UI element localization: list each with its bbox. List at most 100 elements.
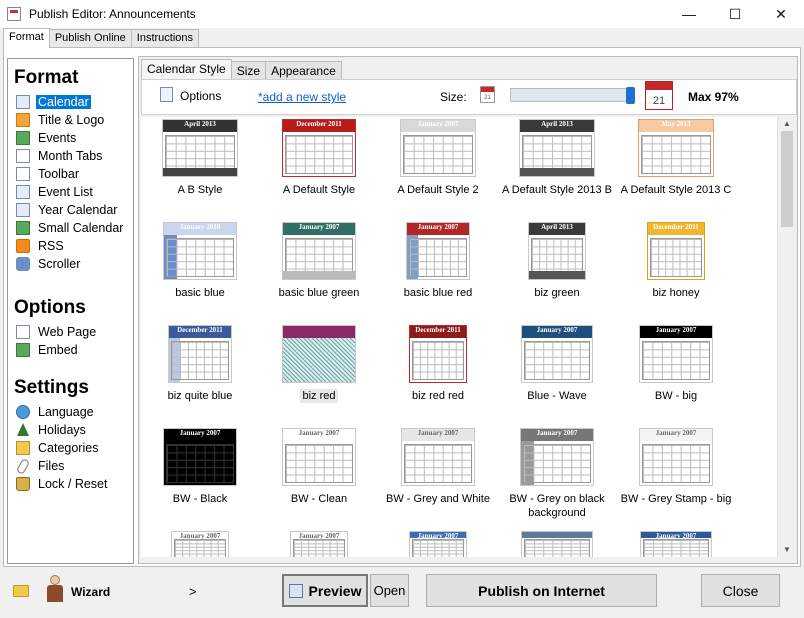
style-tile[interactable]: January 2007 BW - Grey Stamp - big	[617, 428, 735, 506]
style-thumbnail[interactable]: January 2007	[282, 428, 356, 486]
tab-format[interactable]: Format	[3, 28, 50, 48]
style-name: biz green	[534, 287, 580, 299]
sidebar-item-web-page[interactable]: Web Page	[8, 323, 133, 341]
sidebar-item-month-tabs[interactable]: Month Tabs	[8, 147, 133, 165]
style-tile[interactable]: January 2007 basic blue green	[260, 222, 378, 300]
small-calendar-icon	[16, 221, 30, 235]
style-thumbnail[interactable]: May 2013	[638, 119, 714, 177]
style-tile[interactable]: January 2007 A Default Style 2	[379, 119, 497, 197]
style-tile[interactable]: April 2013 A B Style	[141, 119, 259, 197]
style-tile[interactable]: January 2007	[379, 531, 497, 557]
size-slider-thumb[interactable]	[626, 87, 635, 104]
style-tile[interactable]: January 2007 BW - Clean	[260, 428, 378, 506]
sidebar-item-scroller[interactable]: Scroller	[8, 255, 133, 273]
style-thumbnail-month: April 2013	[541, 120, 573, 128]
style-tile[interactable]: January 2007	[141, 531, 259, 557]
style-thumbnail[interactable]: January 2007	[640, 531, 712, 557]
gallery-scrollbar[interactable]: ▲ ▼	[777, 117, 795, 557]
style-tile[interactable]: January 2007 BW - big	[617, 325, 735, 403]
style-thumbnail[interactable]: January 2007	[400, 119, 476, 177]
options-button[interactable]: Options	[180, 89, 221, 103]
style-name: A Default Style 2013 B	[501, 184, 613, 196]
style-thumbnail[interactable]: January 2007	[163, 428, 237, 486]
style-tile[interactable]: January 2007	[260, 531, 378, 557]
style-thumbnail[interactable]: December 2011	[168, 325, 232, 383]
sidebar-item-lock-reset[interactable]: Lock / Reset	[8, 475, 133, 493]
events-icon	[16, 131, 30, 145]
tab-instructions[interactable]: Instructions	[130, 29, 200, 48]
style-thumbnail[interactable]: December 2011	[409, 325, 467, 383]
style-thumbnail[interactable]: January 2010	[163, 222, 237, 280]
scroll-up-arrow-icon[interactable]: ▲	[778, 117, 796, 131]
style-tile[interactable]: January 2007 BW - Grey on black backgroun…	[498, 428, 616, 520]
style-thumbnail[interactable]: December 2011	[647, 222, 705, 280]
style-thumbnail[interactable]: January 2007	[520, 428, 594, 486]
style-tile[interactable]: April 2013 biz green	[498, 222, 616, 300]
close-button[interactable]: Close	[701, 574, 780, 607]
sidebar-item-rss[interactable]: RSS	[8, 237, 133, 255]
sidebar-item-title-logo[interactable]: Title & Logo	[8, 111, 133, 129]
style-tile[interactable]: January 2007 BW - Black	[141, 428, 259, 506]
tab-publish-online[interactable]: Publish Online	[48, 29, 132, 48]
style-tile[interactable]: April 2013 A Default Style 2013 B	[498, 119, 616, 197]
style-thumbnail[interactable]: January 2007	[639, 325, 713, 383]
style-thumbnail[interactable]: January 2007	[290, 531, 348, 557]
sidebar-item-files[interactable]: Files	[8, 457, 133, 475]
close-window-button[interactable]: ✕	[758, 0, 804, 28]
style-thumbnail[interactable]: January 2007	[409, 531, 467, 557]
style-tile[interactable]: January 2007 BW - Grey and White	[379, 428, 497, 506]
small-size-calendar-icon[interactable]: 21	[480, 86, 495, 103]
style-thumbnail[interactable]: January 2007	[521, 325, 593, 383]
style-thumbnail[interactable]: April 2013	[528, 222, 586, 280]
sidebar-item-toolbar[interactable]: Toolbar	[8, 165, 133, 183]
scroll-down-arrow-icon[interactable]: ▼	[778, 543, 796, 557]
style-thumbnail[interactable]	[521, 531, 593, 557]
style-thumbnail[interactable]: April 2013	[162, 119, 238, 177]
style-tile[interactable]: December 2011 A Default Style	[260, 119, 378, 197]
wizard-next-chevron-icon[interactable]: >	[189, 584, 197, 599]
sidebar-item-year-calendar[interactable]: Year Calendar	[8, 201, 133, 219]
scrollbar-thumb[interactable]	[781, 131, 793, 227]
style-thumbnail[interactable]: January 2007	[282, 222, 356, 280]
style-tile[interactable]: biz red	[260, 325, 378, 403]
maximize-button[interactable]: ☐	[712, 0, 758, 28]
sidebar-item-categories[interactable]: Categories	[8, 439, 133, 457]
style-thumbnail[interactable]: January 2007	[401, 428, 475, 486]
preview-button[interactable]: Preview	[282, 574, 368, 607]
sidebar-item-embed[interactable]: Embed	[8, 341, 133, 359]
style-thumbnail[interactable]: April 2013	[519, 119, 595, 177]
sidebar-item-events[interactable]: Events	[8, 129, 133, 147]
style-tile[interactable]: May 2013 A Default Style 2013 C	[617, 119, 735, 197]
style-tile[interactable]: December 2011 biz red red	[379, 325, 497, 403]
paperclip-icon	[16, 459, 30, 473]
add-new-style-link[interactable]: *add a new style	[258, 90, 346, 104]
style-tile[interactable]: January 2007 Blue - Wave	[498, 325, 616, 403]
publish-on-internet-button[interactable]: Publish on Internet	[426, 574, 657, 607]
style-thumbnail[interactable]: January 2007	[171, 531, 229, 557]
style-tile[interactable]: December 2011 biz quite blue	[141, 325, 259, 403]
large-size-calendar-icon[interactable]: 21	[645, 81, 673, 110]
style-thumbnail[interactable]: December 2011	[282, 119, 356, 177]
size-slider[interactable]	[510, 87, 635, 104]
sidebar-item-holidays[interactable]: Holidays	[8, 421, 133, 439]
style-tile[interactable]: January 2010 basic blue	[141, 222, 259, 300]
wizard-icon[interactable]	[45, 575, 65, 603]
tab-appearance[interactable]: Appearance	[265, 61, 342, 80]
style-thumbnail[interactable]	[282, 325, 356, 383]
sidebar-item-small-calendar[interactable]: Small Calendar	[8, 219, 133, 237]
sidebar-item-calendar[interactable]: Calendar	[8, 93, 133, 111]
tab-calendar-style[interactable]: Calendar Style	[141, 59, 232, 80]
sidebar-item-language[interactable]: Language	[8, 403, 133, 421]
style-tile[interactable]: January 2007 basic blue red	[379, 222, 497, 300]
open-button[interactable]: Open	[370, 574, 409, 607]
minimize-button[interactable]: —	[666, 0, 712, 28]
style-thumbnail[interactable]: January 2007	[639, 428, 713, 486]
style-tile[interactable]	[498, 531, 616, 557]
folder-icon[interactable]	[13, 585, 29, 597]
wizard-label[interactable]: Wizard	[71, 585, 110, 599]
style-thumbnail[interactable]: January 2007	[406, 222, 470, 280]
tab-size[interactable]: Size	[230, 61, 267, 80]
sidebar-item-event-list[interactable]: Event List	[8, 183, 133, 201]
style-tile[interactable]: January 2007	[617, 531, 735, 557]
style-tile[interactable]: December 2011 biz honey	[617, 222, 735, 300]
